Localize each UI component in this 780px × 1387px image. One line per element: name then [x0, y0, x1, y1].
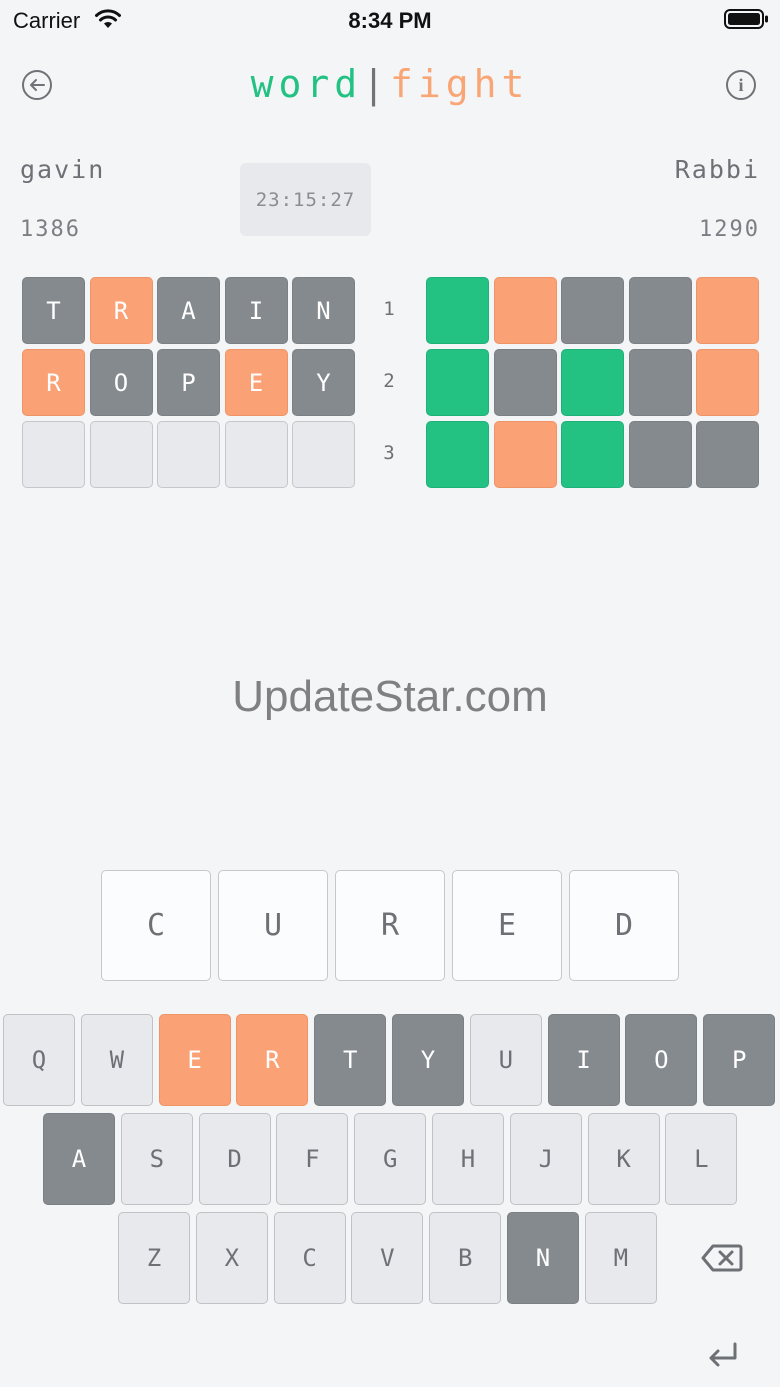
- opponent-board-cell: [696, 349, 759, 416]
- left-board-cell: A: [157, 277, 220, 344]
- opponent-board-cell: [561, 421, 624, 488]
- right-player-score: 1290: [699, 217, 760, 242]
- key-m[interactable]: M: [584, 1212, 657, 1304]
- key-e[interactable]: E: [158, 1014, 231, 1106]
- key-w[interactable]: W: [80, 1014, 153, 1106]
- guess-tile: C: [101, 870, 211, 981]
- guess-tile: D: [569, 870, 679, 981]
- left-board-cell: T: [22, 277, 85, 344]
- app-title: word|fight: [0, 62, 780, 106]
- key-o[interactable]: O: [625, 1014, 698, 1106]
- left-board-cell: I: [224, 277, 288, 344]
- opponent-board-cell: [493, 349, 557, 416]
- row-number: 3: [383, 442, 395, 464]
- left-board-cell: [224, 421, 288, 488]
- left-player-score: 1386: [20, 217, 81, 242]
- left-board-cell: P: [157, 349, 220, 416]
- guess-tile: R: [335, 870, 445, 981]
- enter-icon: [709, 1342, 737, 1367]
- left-board-cell: [292, 421, 355, 488]
- info-icon: i: [738, 74, 744, 95]
- opponent-board-cell: [696, 421, 759, 488]
- title-separator: |: [362, 62, 390, 106]
- left-board-cell: [157, 421, 220, 488]
- opponent-board-cell: [493, 277, 557, 344]
- key-k[interactable]: K: [587, 1113, 660, 1205]
- guess-tile: E: [452, 870, 562, 981]
- left-board-cell: [89, 421, 153, 488]
- key-c[interactable]: C: [273, 1212, 346, 1304]
- key-s[interactable]: S: [120, 1113, 193, 1205]
- key-n[interactable]: N: [507, 1212, 579, 1304]
- watermark-text: UpdateStar.com: [232, 672, 548, 721]
- row-number: 1: [383, 298, 395, 320]
- key-v[interactable]: V: [351, 1212, 424, 1304]
- opponent-board-cell: [561, 349, 624, 416]
- title-word: word: [250, 62, 363, 106]
- key-j[interactable]: J: [509, 1113, 582, 1205]
- key-d[interactable]: D: [198, 1113, 271, 1205]
- key-z[interactable]: Z: [118, 1212, 190, 1304]
- left-board-cell: E: [224, 349, 288, 416]
- left-board-cell: R: [22, 349, 85, 416]
- key-h[interactable]: H: [432, 1113, 504, 1205]
- info-button[interactable]: i: [726, 70, 756, 100]
- key-a[interactable]: A: [43, 1113, 115, 1205]
- key-q[interactable]: Q: [3, 1014, 75, 1106]
- key-p[interactable]: P: [703, 1014, 776, 1106]
- row-number: 2: [383, 370, 395, 392]
- left-player-name: gavin: [20, 155, 106, 184]
- opponent-board-cell: [628, 277, 692, 344]
- status-time: 8:34 PM: [348, 8, 432, 33]
- enter-key[interactable]: [696, 1332, 748, 1380]
- left-board-cell: N: [292, 277, 355, 344]
- opponent-board-cell: [628, 421, 692, 488]
- key-l[interactable]: L: [665, 1113, 738, 1205]
- key-y[interactable]: Y: [392, 1014, 464, 1106]
- opponent-board-cell: [426, 421, 489, 488]
- key-t[interactable]: T: [314, 1014, 387, 1106]
- left-board-cell: [22, 421, 85, 488]
- key-i[interactable]: I: [547, 1014, 620, 1106]
- opponent-board-cell: [493, 421, 557, 488]
- timer: 23:15:27: [240, 163, 371, 236]
- left-board-cell: Y: [292, 349, 355, 416]
- key-f[interactable]: F: [276, 1113, 349, 1205]
- key-r[interactable]: R: [236, 1014, 309, 1106]
- title-fight: fight: [390, 62, 530, 106]
- opponent-board-cell: [426, 277, 489, 344]
- opponent-board-cell: [561, 277, 624, 344]
- right-player-name: Rabbi: [674, 155, 760, 184]
- key-x[interactable]: X: [195, 1212, 268, 1304]
- opponent-board-cell: [628, 349, 692, 416]
- backspace-icon: [701, 1244, 743, 1272]
- battery-icon: [724, 9, 768, 29]
- key-g[interactable]: G: [354, 1113, 427, 1205]
- opponent-board-cell: [426, 349, 489, 416]
- key-b[interactable]: B: [429, 1212, 502, 1304]
- guess-tile: U: [218, 870, 328, 981]
- left-board-cell: O: [89, 349, 153, 416]
- opponent-board-cell: [696, 277, 759, 344]
- left-board-cell: R: [89, 277, 153, 344]
- backspace-key[interactable]: [686, 1212, 758, 1304]
- key-u[interactable]: U: [469, 1014, 542, 1106]
